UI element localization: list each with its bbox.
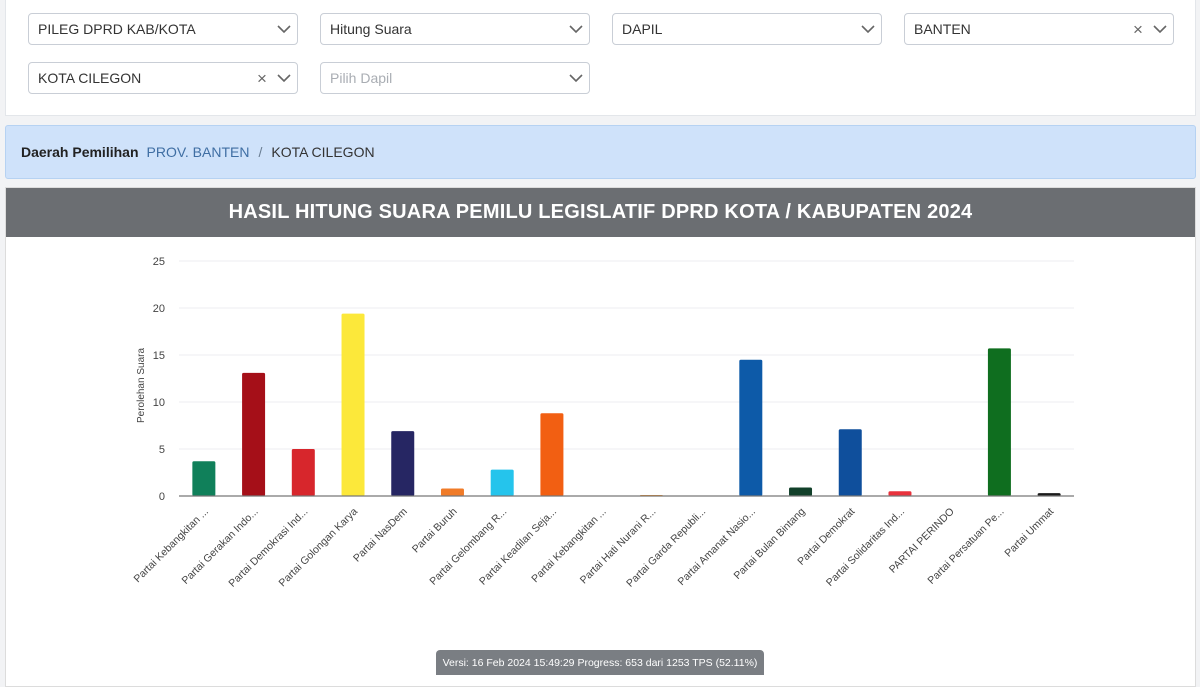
dapil-select[interactable]: Pilih Dapil: [320, 62, 590, 94]
y-tick-label: 5: [159, 444, 165, 456]
bar: [440, 488, 464, 496]
chevron-down-icon[interactable]: [563, 14, 589, 44]
area-level-value: DAPIL: [622, 21, 663, 37]
breadcrumb: Daerah Pemilihan PROV. BANTEN / KOTA CIL…: [5, 125, 1196, 179]
bar-chart: 0510152025Perolehan SuaraPartai Kebangki…: [131, 256, 1074, 590]
bar: [490, 469, 514, 496]
x-tick-label: Partai Buruh: [410, 506, 460, 556]
data-type-value: Hitung Suara: [330, 21, 412, 37]
dapil-placeholder: Pilih Dapil: [330, 70, 393, 86]
breadcrumb-label: Daerah Pemilihan: [21, 144, 139, 160]
clear-icon[interactable]: ×: [1131, 21, 1145, 38]
breadcrumb-city: KOTA CILEGON: [271, 144, 375, 160]
y-tick-label: 0: [159, 491, 165, 503]
bar: [391, 431, 415, 496]
chart-card: HASIL HITUNG SUARA PEMILU LEGISLATIF DPR…: [5, 187, 1196, 687]
election-type-select[interactable]: PILEG DPRD KAB/KOTA: [28, 13, 298, 45]
chevron-down-icon[interactable]: [855, 14, 881, 44]
province-select[interactable]: BANTEN ×: [904, 13, 1174, 45]
bar: [987, 348, 1011, 496]
breadcrumb-province-link[interactable]: PROV. BANTEN: [147, 144, 250, 160]
bar: [739, 359, 763, 496]
chevron-down-icon[interactable]: [563, 63, 589, 93]
bar: [888, 491, 912, 496]
chart-title: HASIL HITUNG SUARA PEMILU LEGISLATIF DPR…: [6, 188, 1195, 237]
bar: [789, 487, 813, 496]
x-tick-label: Partai Ummat: [1002, 506, 1056, 560]
city-select[interactable]: KOTA CILEGON ×: [28, 62, 298, 94]
bar: [540, 413, 564, 496]
y-tick-label: 20: [153, 303, 165, 315]
y-axis-label: Perolehan Suara: [136, 348, 147, 423]
bar: [192, 461, 216, 496]
election-type-value: PILEG DPRD KAB/KOTA: [38, 21, 196, 37]
version-status-bar: Versi: 16 Feb 2024 15:49:29 Progress: 65…: [436, 650, 764, 675]
y-tick-label: 15: [153, 350, 165, 362]
bar: [838, 429, 862, 496]
area-level-select[interactable]: DAPIL: [612, 13, 882, 45]
province-value: BANTEN: [914, 21, 971, 37]
chevron-down-icon[interactable]: [271, 14, 297, 44]
city-value: KOTA CILEGON: [38, 70, 142, 86]
chevron-down-icon[interactable]: [1147, 14, 1173, 44]
breadcrumb-separator: /: [258, 144, 263, 160]
clear-icon[interactable]: ×: [255, 70, 269, 87]
chevron-down-icon[interactable]: [271, 63, 297, 93]
data-type-select[interactable]: Hitung Suara: [320, 13, 590, 45]
bar: [242, 372, 266, 496]
bar: [341, 313, 365, 496]
bar: [291, 449, 315, 496]
y-tick-label: 25: [153, 256, 165, 268]
y-tick-label: 10: [153, 397, 165, 409]
